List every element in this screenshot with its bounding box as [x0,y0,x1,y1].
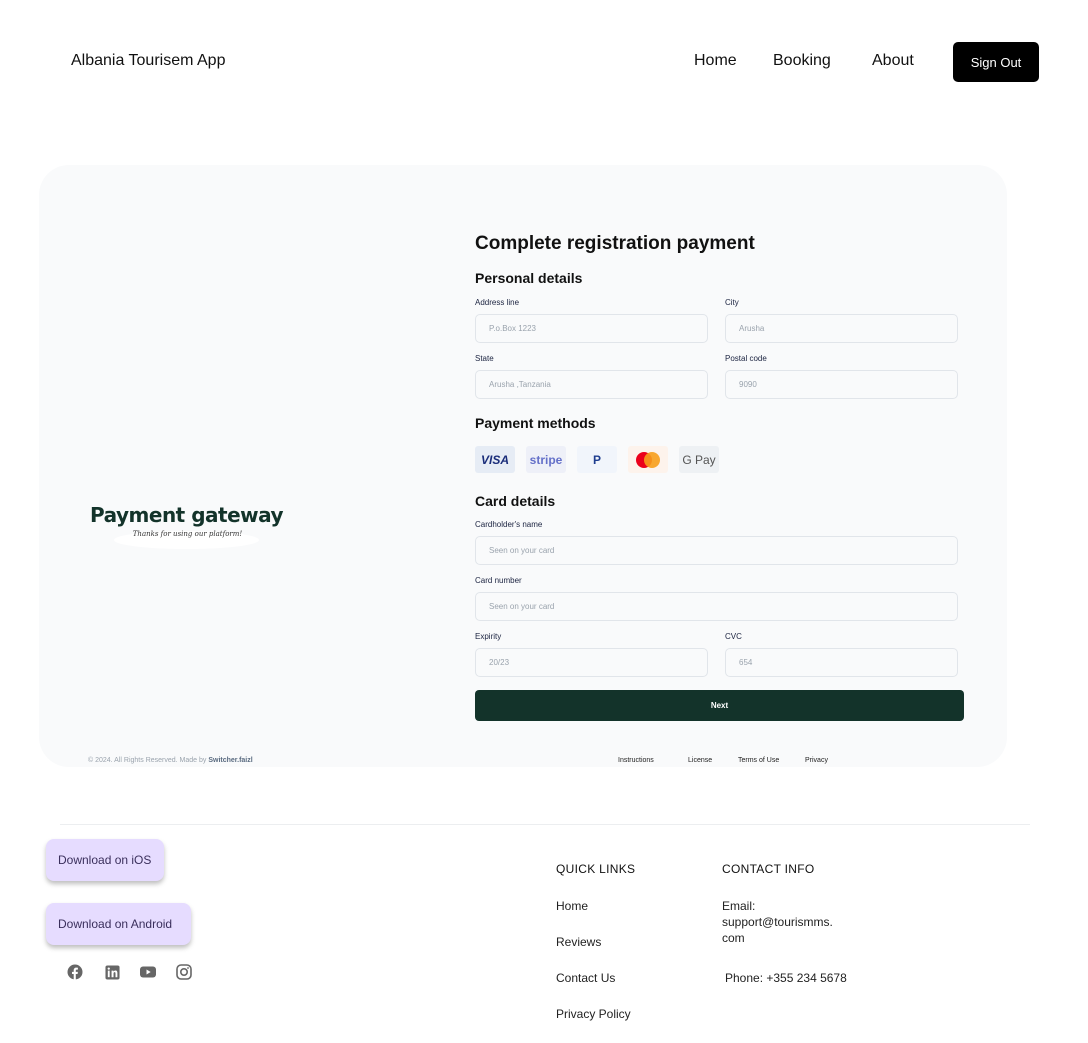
card-number-input[interactable] [475,592,958,621]
cvc-label: CVC [725,632,742,641]
stripe-payment-option[interactable]: stripe [526,446,566,473]
privacy-link[interactable]: Privacy [805,757,828,764]
email-value-line1: support@tourismms. [722,915,833,929]
stripe-logo-text: stripe [529,452,563,467]
copyright-text: © 2024. All Rights Reserved. Made by Swi… [88,757,253,764]
youtube-icon[interactable] [140,964,156,980]
contact-phone: Phone: +355 234 5678 [725,971,847,985]
email-label: Email: [722,899,756,913]
email-value-line2: com [722,931,745,945]
quick-links-title: QUICK LINKS [556,862,636,876]
paypal-logo-text: P [592,452,601,467]
address-label: Address line [475,298,520,307]
download-ios-button[interactable]: Download on iOS [46,839,164,881]
app-brand: Albania Tourisem App [71,52,226,69]
state-label: State [475,354,494,363]
instructions-link[interactable]: Instructions [618,757,654,764]
next-button[interactable]: Next [475,690,964,721]
address-input[interactable] [475,314,708,343]
postal-label: Postal code [725,354,767,363]
nav-booking[interactable]: Booking [773,52,831,70]
payment-methods-title: Payment methods [475,415,596,431]
footer-divider [60,824,1030,825]
mastercard-payment-option[interactable] [628,446,668,473]
postal-input[interactable] [725,370,958,399]
nav-about[interactable]: About [872,52,914,70]
footer-link-reviews[interactable]: Reviews [556,935,601,949]
card-details-title: Card details [475,493,556,509]
hero-subtitle: Thanks for using our platform! [132,530,243,538]
instagram-icon[interactable] [176,964,192,980]
visa-payment-option[interactable]: VISA [475,446,515,473]
footer-link-privacy[interactable]: Privacy Policy [556,1007,631,1021]
terms-link[interactable]: Terms of Use [738,757,779,764]
footer-link-home[interactable]: Home [556,899,588,913]
gpay-logo-text: G Pay [682,452,716,467]
facebook-icon[interactable] [67,964,83,980]
nav-home[interactable]: Home [694,52,737,70]
contact-email: Email: support@tourismms. com [722,898,833,946]
cardholder-input[interactable] [475,536,958,565]
city-input[interactable] [725,314,958,343]
linkedin-icon[interactable] [104,964,120,980]
author-link[interactable]: Switcher.faizl [208,757,252,764]
hero-title: Payment gateway [90,503,284,527]
expiry-input[interactable] [475,648,708,677]
copyright-prefix: © 2024. All Rights Reserved. Made by [88,757,209,764]
city-label: City [725,298,739,307]
state-input[interactable] [475,370,708,399]
footer-link-contact[interactable]: Contact Us [556,971,615,985]
cardholder-label: Cardholder's name [475,520,543,529]
visa-logo-text: VISA [480,452,509,467]
mastercard-icon [634,451,662,469]
form-title: Complete registration payment [475,233,755,254]
card-number-label: Card number [475,576,522,585]
download-android-button[interactable]: Download on Android [46,903,191,945]
sign-out-button[interactable]: Sign Out [953,42,1039,82]
gpay-payment-option[interactable]: G Pay [679,446,719,473]
paypal-payment-option[interactable]: P [577,446,617,473]
contact-info-title: CONTACT INFO [722,862,815,876]
expiry-label: Expirity [475,632,502,641]
personal-details-title: Personal details [475,270,583,286]
cvc-input[interactable] [725,648,958,677]
license-link[interactable]: License [688,757,712,764]
